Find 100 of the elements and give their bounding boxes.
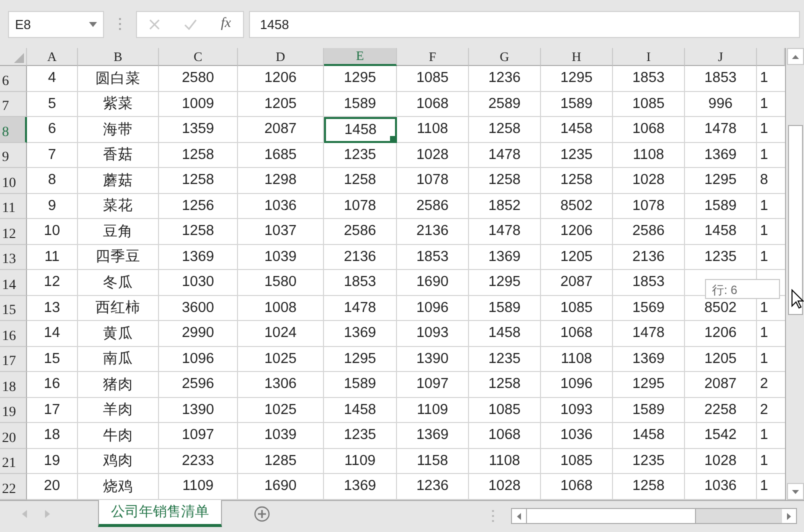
table-cell: 1093 xyxy=(541,398,613,423)
table-cell: 1096 xyxy=(159,346,238,372)
column-header[interactable]: I xyxy=(613,48,685,66)
table-cell: 1589 xyxy=(541,92,613,117)
table-cell: 1458 xyxy=(324,398,397,423)
table-cell: 996 xyxy=(685,92,757,117)
table-cell: 1109 xyxy=(324,448,397,474)
row-header[interactable]: 18 xyxy=(0,372,27,398)
table-cell: 2258 xyxy=(685,398,757,423)
column-header[interactable] xyxy=(757,48,785,66)
row-header[interactable]: 8 xyxy=(0,117,27,142)
table-cell: 1580 xyxy=(238,270,324,296)
row-header[interactable]: 10 xyxy=(0,168,27,194)
column-header[interactable]: B xyxy=(78,48,159,66)
select-all-icon[interactable] xyxy=(14,53,24,63)
drag-handle-icon xyxy=(492,510,495,522)
column-header[interactable]: C xyxy=(159,48,238,66)
table-cell: 1685 xyxy=(238,142,324,168)
table-cell: 1369 xyxy=(685,142,757,168)
active-cell: 1458 xyxy=(324,117,397,142)
table-cell: 1359 xyxy=(159,117,238,142)
table-cell: 4 xyxy=(27,66,78,92)
row-header[interactable]: 21 xyxy=(0,448,27,474)
scrollbar-thumb[interactable] xyxy=(526,509,696,523)
column-header[interactable]: F xyxy=(397,48,469,66)
row-header[interactable]: 13 xyxy=(0,244,27,270)
table-cell: 3600 xyxy=(159,296,238,321)
table-cell: 菜花 xyxy=(78,194,159,219)
table-cell: 1478 xyxy=(613,321,685,346)
column-header[interactable]: G xyxy=(469,48,541,66)
table-cell: 1097 xyxy=(159,423,238,448)
sheet-tab[interactable]: 公司年销售清单 xyxy=(98,500,222,527)
add-sheet-icon[interactable] xyxy=(254,506,270,522)
row-header[interactable]: 16 xyxy=(0,321,27,346)
previous-sheet-icon[interactable] xyxy=(22,510,27,518)
table-cell: 1039 xyxy=(238,244,324,270)
table-cell: 1037 xyxy=(238,219,324,244)
table-cell: 1295 xyxy=(541,66,613,92)
column-header[interactable]: D xyxy=(238,48,324,66)
table-cell: 2586 xyxy=(397,194,469,219)
table-cell: 2586 xyxy=(613,219,685,244)
column-header[interactable]: J xyxy=(685,48,757,66)
table-cell: 18 xyxy=(27,423,78,448)
name-box[interactable]: E8 xyxy=(8,10,104,38)
table-cell: 1036 xyxy=(541,423,613,448)
table-cell: 1078 xyxy=(397,168,469,194)
table-cell: 1853 xyxy=(397,244,469,270)
table-cell: 1085 xyxy=(469,398,541,423)
table-cell: 1258 xyxy=(469,372,541,398)
table-cell: 1258 xyxy=(324,168,397,194)
column-header[interactable]: E xyxy=(324,48,397,66)
table-cell: 海带 xyxy=(78,117,159,142)
row-header[interactable]: 15 xyxy=(0,296,27,321)
table-cell: 1369 xyxy=(324,321,397,346)
table-cell: 1108 xyxy=(469,448,541,474)
table-cell: 1258 xyxy=(541,168,613,194)
table-cell: 1258 xyxy=(159,142,238,168)
scrollbar-thumb[interactable] xyxy=(788,125,802,315)
formula-field[interactable]: 1458 xyxy=(249,10,800,38)
table-cell: 1478 xyxy=(324,296,397,321)
table-cell: 1295 xyxy=(324,66,397,92)
row-header[interactable]: 19 xyxy=(0,398,27,423)
table-cell: 紫菜 xyxy=(78,92,159,117)
scroll-right-button[interactable] xyxy=(782,509,796,523)
table-cell: 1478 xyxy=(685,117,757,142)
row-header[interactable]: 11 xyxy=(0,194,27,219)
scroll-left-button[interactable] xyxy=(512,509,526,523)
row-header[interactable]: 17 xyxy=(0,346,27,372)
column-header[interactable]: H xyxy=(541,48,613,66)
fill-handle[interactable] xyxy=(389,134,395,141)
table-cell: 1369 xyxy=(159,244,238,270)
table-cell: 1039 xyxy=(238,423,324,448)
table-cell: 1298 xyxy=(238,168,324,194)
table-cell: 1256 xyxy=(159,194,238,219)
table-cell: 1206 xyxy=(541,219,613,244)
row-header[interactable]: 9 xyxy=(0,142,27,168)
table-cell: 2586 xyxy=(324,219,397,244)
table-cell: 5 xyxy=(27,92,78,117)
table-cell: 1028 xyxy=(685,448,757,474)
row-header[interactable]: 14 xyxy=(0,270,27,296)
table-cell: 2136 xyxy=(397,219,469,244)
row-header[interactable]: 6 xyxy=(0,66,27,92)
row-header[interactable]: 20 xyxy=(0,423,27,448)
row-header[interactable]: 12 xyxy=(0,219,27,244)
table-cell: 1235 xyxy=(469,346,541,372)
scroll-down-button[interactable] xyxy=(786,483,804,500)
table-cell: 1390 xyxy=(159,398,238,423)
column-header[interactable]: A xyxy=(27,48,78,66)
next-sheet-icon[interactable] xyxy=(45,510,50,518)
table-cell: 1236 xyxy=(469,66,541,92)
table-cell: 1542 xyxy=(685,423,757,448)
scroll-up-button[interactable] xyxy=(786,48,804,65)
insert-function-button[interactable]: fx xyxy=(220,16,231,32)
row-header[interactable]: 22 xyxy=(0,474,27,500)
row-header[interactable]: 7 xyxy=(0,92,27,117)
table-cell: 1589 xyxy=(613,398,685,423)
table-cell: 1096 xyxy=(541,372,613,398)
table-cell: 1369 xyxy=(613,346,685,372)
tooltip: 行: 6 xyxy=(705,279,780,299)
horizontal-scrollbar[interactable] xyxy=(511,508,797,524)
